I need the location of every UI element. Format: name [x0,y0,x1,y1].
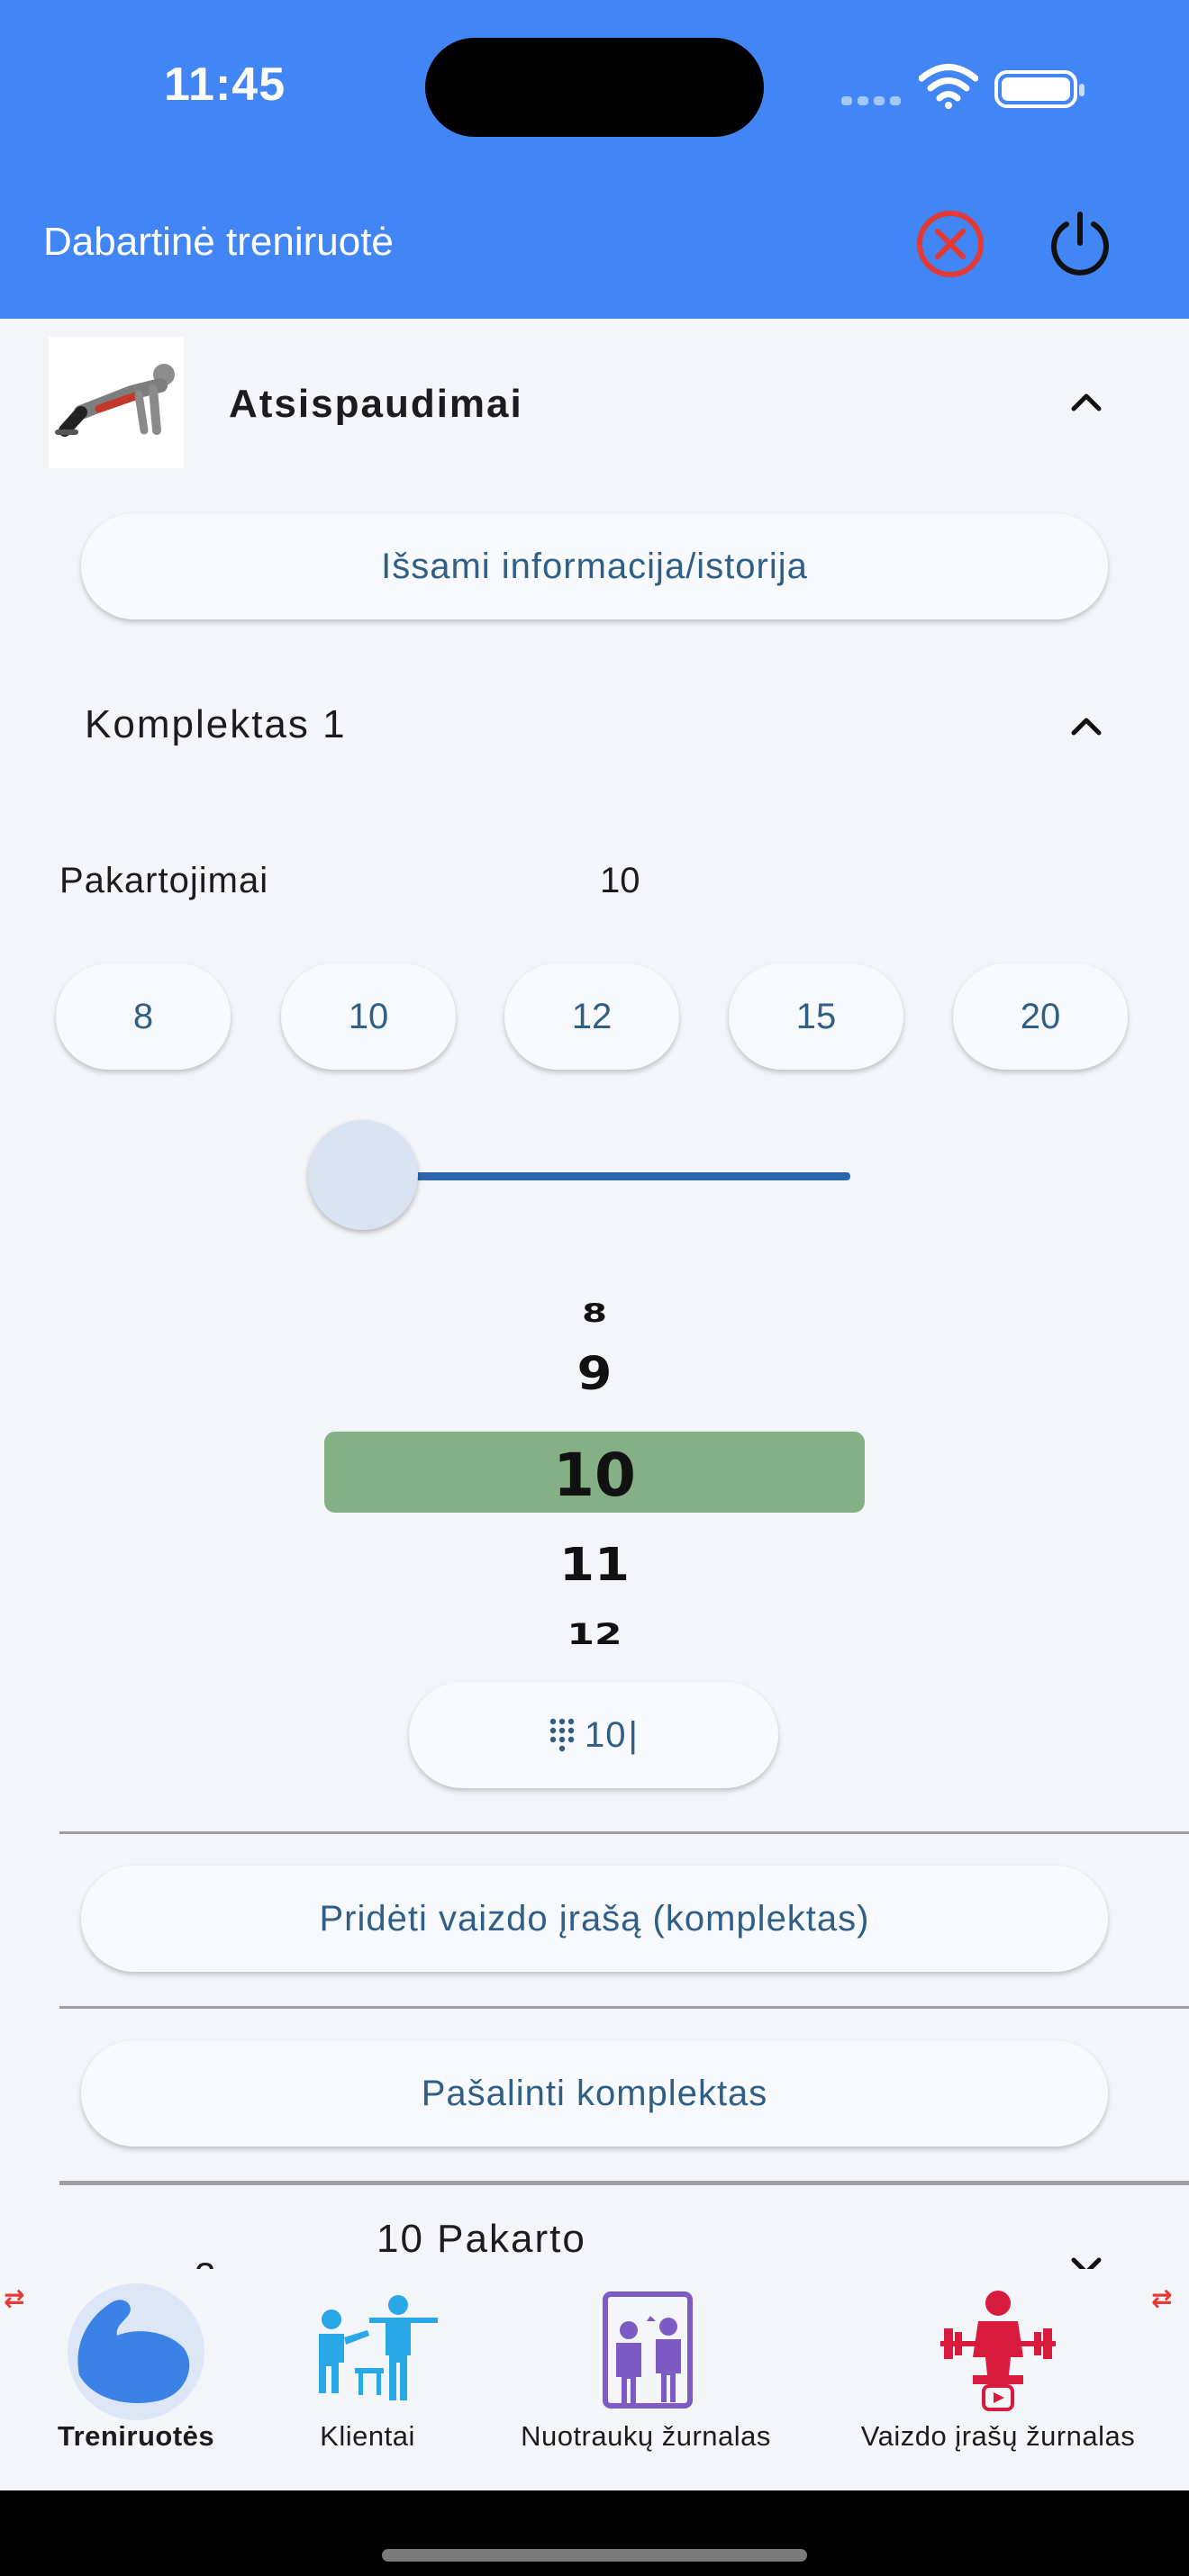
picker-item[interactable]: 9 [324,1348,865,1401]
reps-value: 10 [600,861,640,900]
mirror-photo-icon [596,2291,697,2418]
next-set-summary: 10 Pakarto [377,2217,586,2261]
dynamic-island [425,38,764,137]
add-video-button[interactable]: Pridėti vaizdo įrašą (komplektas) [81,1866,1108,1972]
status-time: 11:45 [164,59,286,111]
flexed-arm-icon [52,2276,220,2425]
nav-item-clients[interactable]: Klientai [288,2269,447,2490]
exercise-name: Atsispaudimai [229,382,523,426]
swap-arrows-icon[interactable]: ⇄ [1151,2283,1172,2313]
reps-label: Pakartojimai [59,861,269,900]
keyboard-input-value: 10 [585,1714,627,1755]
home-indicator[interactable] [382,2549,807,2562]
battery-icon [994,70,1085,108]
reps-chip-12[interactable]: 12 [504,963,679,1070]
weightlifter-video-icon [937,2285,1059,2418]
nav-label: Vaizdo įrašų žurnalas [860,2420,1136,2452]
exercise-thumbnail [49,337,184,468]
reps-chip-10[interactable]: 10 [281,963,456,1070]
wifi-icon [918,63,979,114]
nav-label: Treniruotės [57,2420,215,2452]
picker-item[interactable]: 8 [324,1298,865,1328]
expand-set-button[interactable] [1059,2240,1113,2269]
divider [59,2006,1189,2009]
chevron-up-icon [1071,718,1102,736]
cellular-signal-icon [841,94,906,110]
chevron-up-icon [1071,393,1102,411]
reps-chip-8[interactable]: 8 [56,963,231,1070]
nav-label: Klientai [320,2420,415,2452]
reps-chip-20[interactable]: 20 [953,963,1128,1070]
home-indicator-area [0,2490,1189,2576]
divider [59,2181,1189,2185]
trainer-client-icon [299,2292,440,2412]
picker-item[interactable]: 11 [324,1539,865,1592]
cancel-workout-button[interactable] [910,203,991,285]
collapse-set-button[interactable] [1059,699,1113,753]
reps-slider-thumb[interactable] [308,1120,418,1230]
details-history-button[interactable]: Išsami informacija/istorija [81,513,1108,619]
nav-item-video-log[interactable]: Vaizdo įrašų žurnalas [856,2269,1140,2490]
nav-item-photo-log[interactable]: Nuotraukų žurnalas [506,2269,785,2490]
divider [59,1831,1189,1834]
workout-content[interactable]: Atsispaudimai Išsami informacija/istorij… [0,319,1189,2269]
keypad-icon [549,1718,575,1752]
collapse-exercise-button[interactable] [1059,375,1113,429]
set-title: Komplektas 1 [85,702,347,746]
picker-item-selected[interactable]: 10 [324,1441,865,1510]
swap-arrows-icon[interactable]: ⇄ [4,2283,24,2313]
nav-label: Nuotraukų žurnalas [521,2420,771,2452]
reps-slider-track[interactable] [362,1172,850,1180]
picker-item[interactable]: 12 [324,1618,865,1651]
next-set-number: 2 [195,2255,215,2269]
chevron-down-icon [1071,2257,1102,2269]
power-icon [1051,212,1109,276]
page-title: Dabartinė treniruotė [43,220,394,264]
reps-chip-15[interactable]: 15 [729,963,903,1070]
keyboard-input-button[interactable]: 10 | [409,1682,778,1788]
cancel-circle-icon [917,211,984,277]
bottom-navigation: ⇄ ⇄ Treniruotės Klientai Nuotraukų žurna… [0,2269,1189,2490]
app-bar: 11:45 Dabartinė treniruotė [0,0,1189,319]
power-button[interactable] [1039,203,1121,285]
nav-item-workouts[interactable]: Treniruotės [36,2269,236,2490]
remove-set-button[interactable]: Pašalinti komplektas [81,2040,1108,2147]
